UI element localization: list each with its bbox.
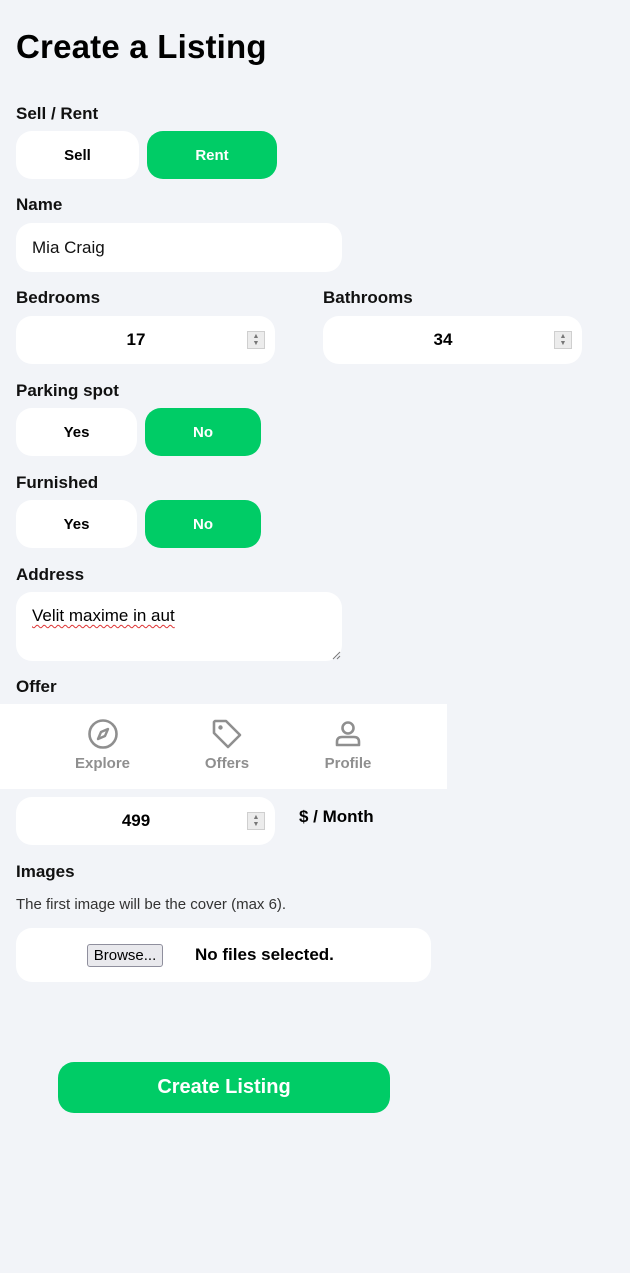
chevron-down-icon: ▼: [252, 821, 260, 828]
nav-explore-label: Explore: [74, 755, 131, 772]
name-label: Name: [16, 195, 63, 214]
parking-yes-button[interactable]: Yes: [16, 408, 137, 456]
images-label: Images: [16, 862, 75, 881]
bedrooms-value: 17: [126, 330, 146, 349]
price-stepper[interactable]: ▲ ▼: [247, 812, 265, 830]
furnished-yes-button[interactable]: Yes: [16, 500, 137, 548]
nav-profile[interactable]: Profile: [323, 718, 373, 772]
nav-offers-label: Offers: [204, 755, 250, 772]
browse-button[interactable]: Browse...: [87, 944, 163, 967]
tag-icon: [212, 719, 242, 749]
bathrooms-input[interactable]: 34 ▲ ▼: [323, 316, 582, 364]
name-input[interactable]: Mia Craig: [16, 223, 342, 272]
person-icon: [335, 721, 361, 747]
nav-explore[interactable]: Explore: [75, 718, 130, 772]
resize-grip-icon[interactable]: [331, 650, 341, 660]
bathrooms-stepper[interactable]: ▲ ▼: [554, 331, 572, 349]
parking-label: Parking spot: [16, 381, 119, 400]
address-textarea[interactable]: Velit maxime in aut: [16, 592, 342, 661]
page-title: Create a Listing: [16, 28, 267, 65]
compass-icon: [87, 719, 118, 749]
rent-button[interactable]: Rent: [147, 131, 277, 179]
nav-profile-label: Profile: [324, 755, 372, 772]
nav-offers[interactable]: Offers: [203, 718, 251, 772]
bedrooms-input[interactable]: 17 ▲ ▼: [16, 316, 275, 364]
bedrooms-label: Bedrooms: [16, 288, 101, 307]
sell-rent-label: Sell / Rent: [16, 104, 99, 123]
chevron-down-icon: ▼: [559, 340, 567, 347]
bottom-nav: Explore Offers Profile: [0, 704, 447, 789]
chevron-up-icon: ▲: [559, 333, 567, 340]
file-status: No files selected.: [195, 945, 334, 964]
bathrooms-label: Bathrooms: [323, 288, 413, 307]
furnished-label: Furnished: [16, 473, 99, 492]
file-input[interactable]: Browse... No files selected.: [16, 928, 431, 982]
offer-label: Offer: [16, 677, 57, 696]
sell-button[interactable]: Sell: [16, 131, 139, 179]
create-listing-button[interactable]: Create Listing: [58, 1062, 390, 1113]
address-label: Address: [16, 565, 85, 584]
parking-no-button[interactable]: No: [145, 408, 261, 456]
chevron-down-icon: ▼: [252, 340, 260, 347]
address-value: Velit maxime in aut: [32, 606, 175, 625]
price-input[interactable]: 499 ▲ ▼: [16, 797, 275, 845]
chevron-up-icon: ▲: [252, 814, 260, 821]
furnished-no-button[interactable]: No: [145, 500, 261, 548]
chevron-up-icon: ▲: [252, 333, 260, 340]
price-unit: $ / Month: [299, 807, 374, 826]
images-hint: The first image will be the cover (max 6…: [16, 896, 287, 913]
price-value: 499: [121, 811, 151, 830]
bedrooms-stepper[interactable]: ▲ ▼: [247, 331, 265, 349]
bathrooms-value: 34: [433, 330, 453, 349]
